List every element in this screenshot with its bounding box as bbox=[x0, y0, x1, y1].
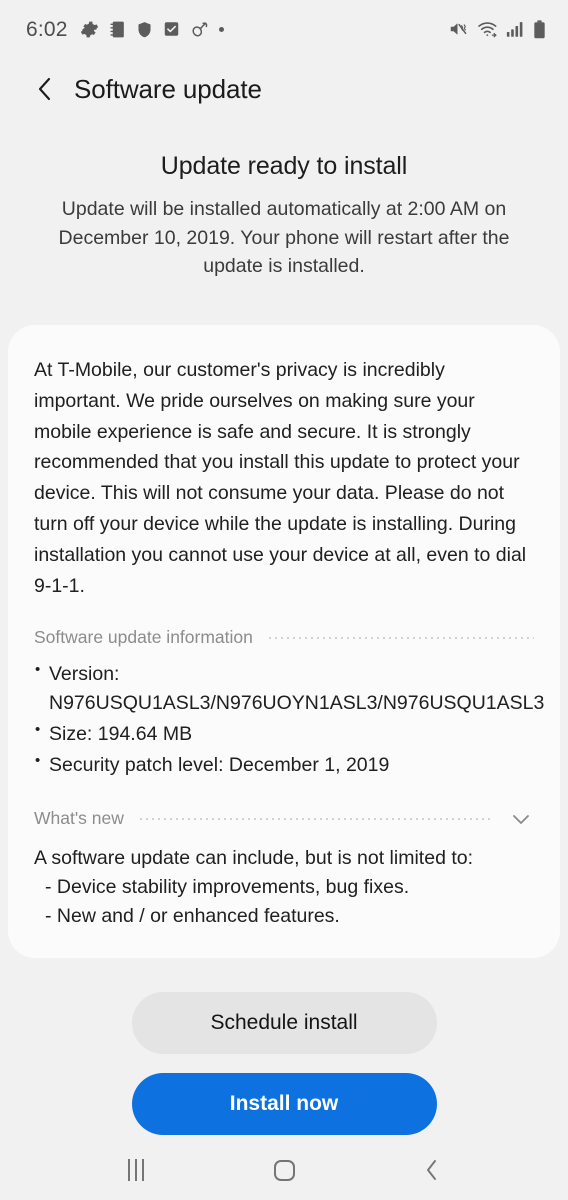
gear-icon bbox=[80, 20, 99, 39]
list-item: Version: N976USQU1ASL3/N976UOYN1ASL3/N97… bbox=[34, 659, 544, 718]
dotted-divider bbox=[266, 636, 534, 639]
schedule-install-button[interactable]: Schedule install bbox=[131, 992, 437, 1055]
whats-new-header[interactable]: What's new bbox=[34, 806, 534, 832]
whats-new-content: A software update can include, but is no… bbox=[34, 844, 534, 931]
mute-vibrate-icon bbox=[449, 20, 469, 38]
list-item: - New and / or enhanced features. bbox=[45, 904, 340, 927]
system-navigation-bar bbox=[0, 1135, 568, 1200]
hero-section: Update ready to install Update will be i… bbox=[0, 120, 568, 281]
home-icon[interactable] bbox=[256, 1144, 312, 1196]
update-schedule-description: Update will be installed automatically a… bbox=[58, 198, 510, 278]
notebook-icon bbox=[109, 20, 126, 39]
status-bar-right bbox=[449, 19, 546, 39]
update-status-title: Update ready to install bbox=[160, 152, 408, 180]
install-now-button[interactable]: Install now bbox=[131, 1073, 437, 1136]
page-title: Software update bbox=[74, 73, 262, 104]
checkbox-icon bbox=[163, 20, 180, 38]
chevron-down-icon[interactable] bbox=[508, 806, 534, 832]
carrier-notice-paragraph: At T-Mobile, our customer's privacy is i… bbox=[34, 358, 527, 597]
recents-icon[interactable] bbox=[108, 1144, 164, 1196]
battery-icon bbox=[533, 19, 546, 39]
shield-icon bbox=[136, 20, 153, 39]
list-item: - Device stability improvements, bug fix… bbox=[45, 875, 410, 898]
update-details-card: At T-Mobile, our customer's privacy is i… bbox=[8, 324, 560, 959]
status-bar: 6:02 bbox=[0, 0, 568, 58]
wifi-icon bbox=[477, 20, 498, 38]
back-chevron-icon[interactable] bbox=[24, 68, 66, 110]
section-label-whats-new: What's new bbox=[34, 808, 124, 829]
dotted-divider bbox=[137, 817, 494, 820]
signal-bars-icon bbox=[506, 20, 525, 38]
phone-screen: 6:02 Software update Update ready to ins… bbox=[0, 0, 568, 1200]
back-icon[interactable] bbox=[404, 1144, 460, 1196]
status-bar-left: 6:02 bbox=[26, 19, 224, 40]
whats-new-lead: A software update can include, but is no… bbox=[34, 846, 474, 869]
app-header: Software update bbox=[0, 58, 568, 120]
section-label-update-information: Software update information bbox=[34, 627, 253, 648]
update-information-list: Version: N976USQU1ASL3/N976UOYN1ASL3/N97… bbox=[34, 659, 544, 780]
software-update-information-header: Software update information bbox=[34, 627, 534, 648]
list-item: Security patch level: December 1, 2019 bbox=[34, 750, 534, 780]
list-item: Size: 194.64 MB bbox=[34, 719, 534, 749]
action-buttons: Schedule install Install now bbox=[0, 958, 568, 1136]
status-clock: 6:02 bbox=[26, 17, 68, 41]
link-icon bbox=[190, 20, 209, 39]
dot-indicator-icon bbox=[218, 26, 224, 32]
